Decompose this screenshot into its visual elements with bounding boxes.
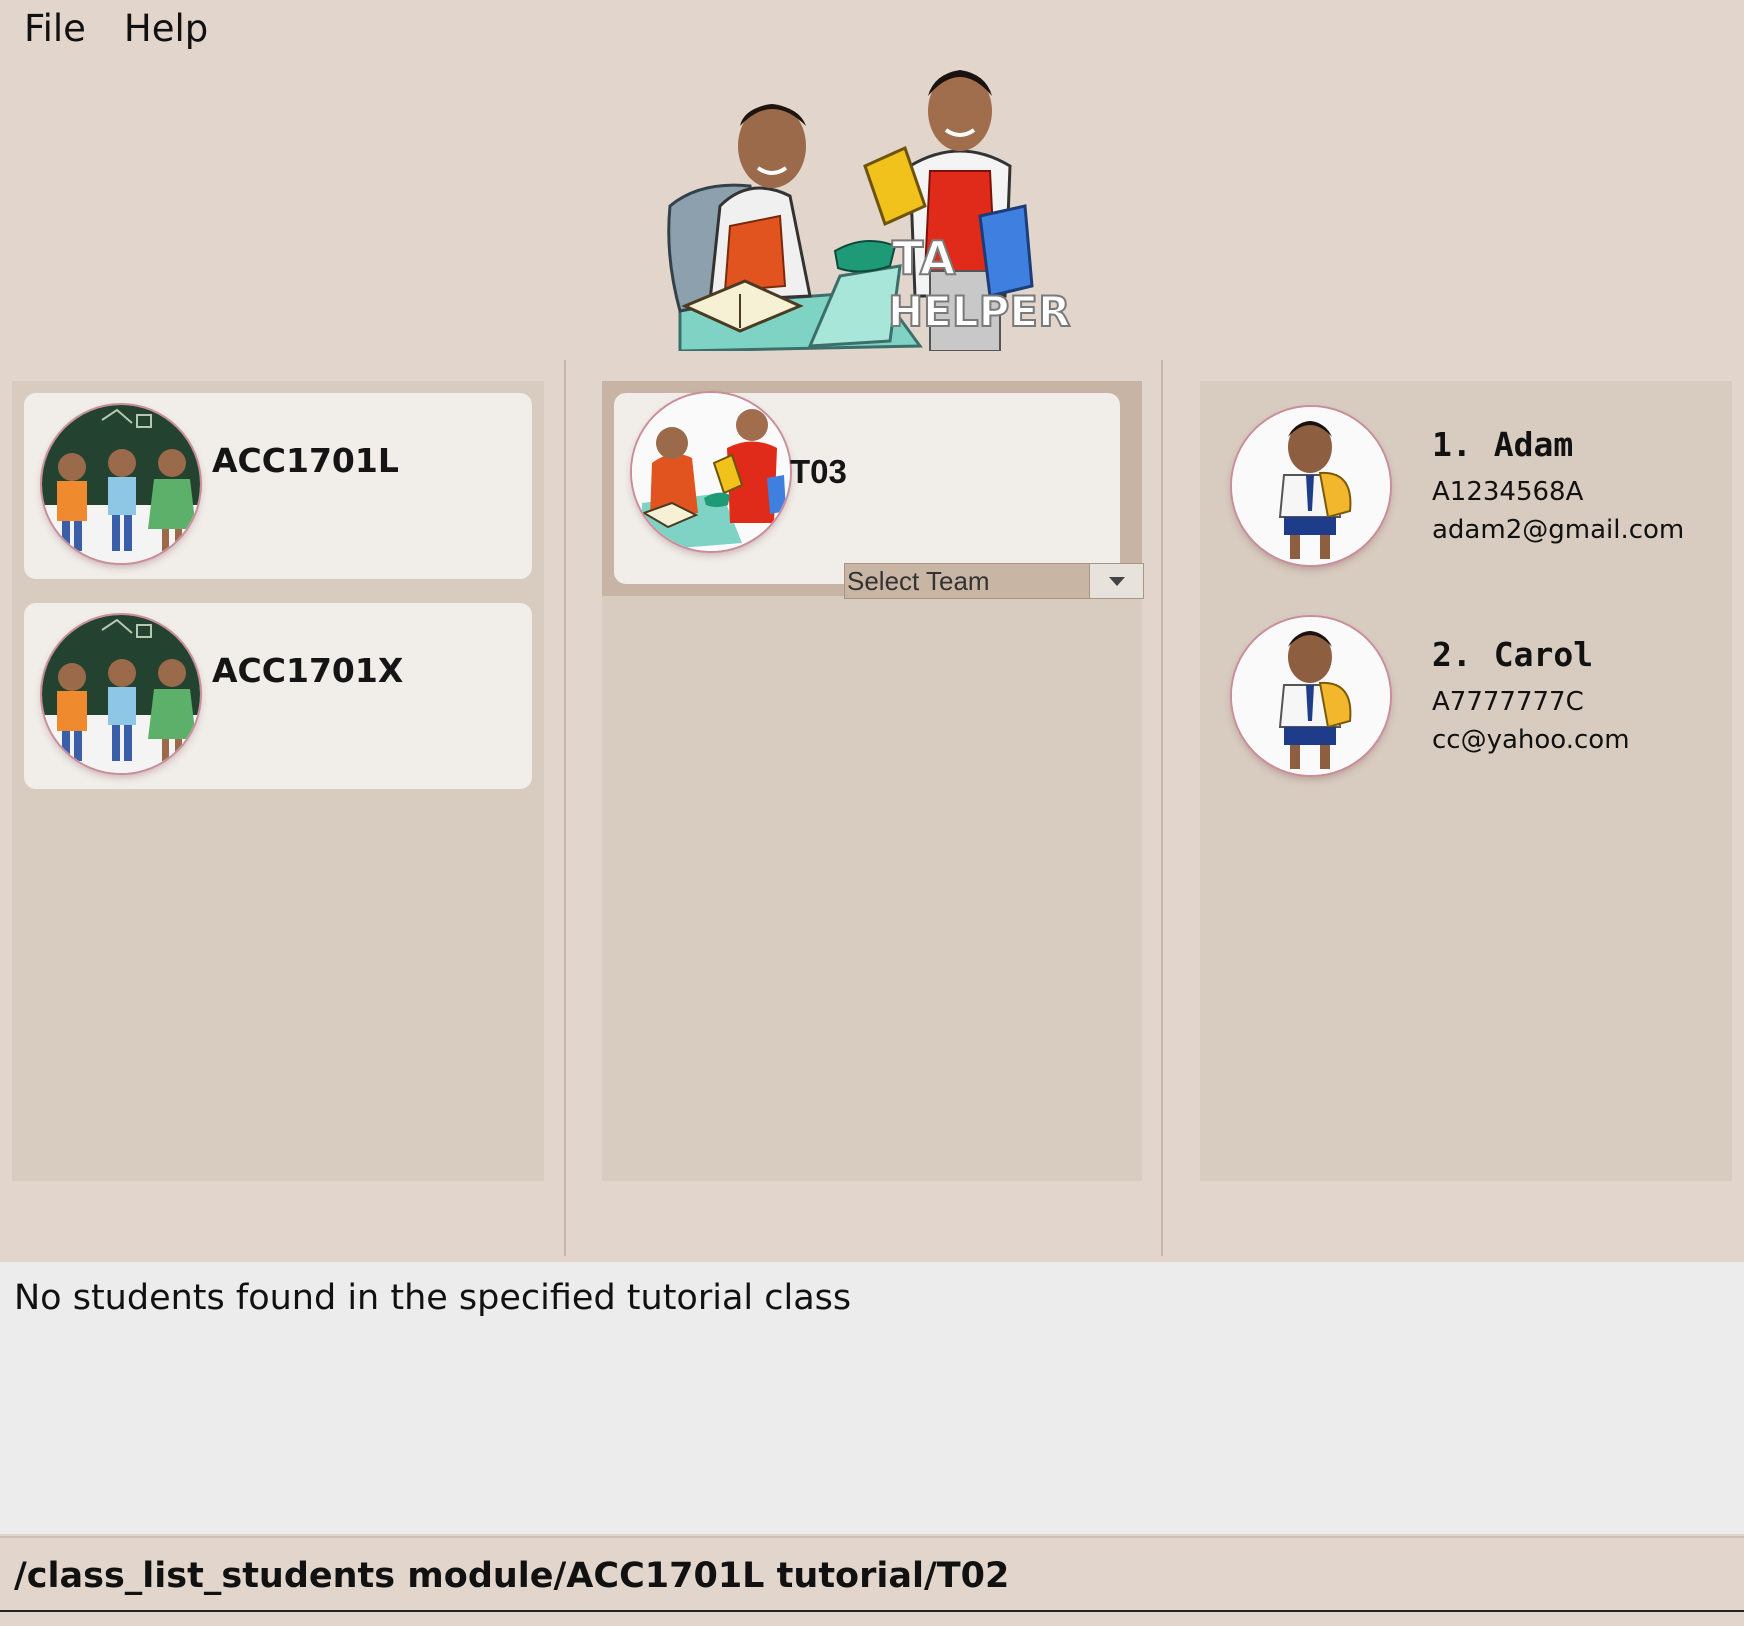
tutorial-list: T03 Select Team <box>602 381 1144 1181</box>
menu-file[interactable]: File <box>24 7 86 50</box>
tutorial-item-selected[interactable]: T03 Select Team <box>602 381 1144 599</box>
divider-right <box>1161 360 1163 1256</box>
student-name: 1. Adam <box>1432 425 1574 464</box>
tutorial-avatar-icon <box>632 393 790 551</box>
menu-help[interactable]: Help <box>124 7 208 50</box>
student-name: 2. Carol <box>1432 635 1594 674</box>
module-code: ACC1701L <box>212 441 399 480</box>
logo-text-helper: HELPER <box>888 287 1070 336</box>
student-card[interactable]: 1. Adam A1234568A adam2@gmail.com <box>1228 407 1728 577</box>
module-code: ACC1701X <box>212 651 404 690</box>
tutorial-card[interactable]: T03 Select Team <box>614 393 1144 599</box>
module-card[interactable]: ACC1701L <box>24 393 532 579</box>
class-avatar-icon <box>42 405 200 563</box>
student-avatar-icon <box>1232 407 1390 565</box>
chevron-down-icon[interactable] <box>1089 564 1143 598</box>
select-team-label: Select Team <box>847 565 990 596</box>
class-avatar-icon <box>42 615 200 773</box>
student-avatar-icon <box>1232 617 1390 775</box>
result-message: No students found in the specified tutor… <box>14 1278 852 1318</box>
result-display[interactable]: No students found in the specified tutor… <box>0 1262 1744 1534</box>
divider-left <box>564 360 566 1256</box>
student-id: A7777777C <box>1432 687 1584 717</box>
student-card[interactable]: 2. Carol A7777777C cc@yahoo.com <box>1228 617 1728 787</box>
student-email: cc@yahoo.com <box>1432 725 1630 755</box>
student-list: 1. Adam A1234568A adam2@gmail.com 2. Carol… <box>1200 381 1732 1181</box>
student-id: A1234568A <box>1432 477 1584 507</box>
menu-bar: File Help <box>0 0 1744 56</box>
select-team-dropdown[interactable]: Select Team <box>844 563 1144 599</box>
command-input[interactable]: /class_list_students module/ACC1701L tut… <box>14 1556 1009 1596</box>
module-list: ACC1701L ACC1701X <box>12 381 544 1181</box>
student-email: adam2@gmail.com <box>1432 515 1685 545</box>
module-card[interactable]: ACC1701X <box>24 603 532 789</box>
ta-helper-logo: TA HELPER <box>660 56 1090 353</box>
logo-text-ta: TA <box>892 231 956 285</box>
tutorial-name: T03 <box>790 453 847 490</box>
command-box[interactable]: /class_list_students module/ACC1701L tut… <box>0 1536 1744 1612</box>
